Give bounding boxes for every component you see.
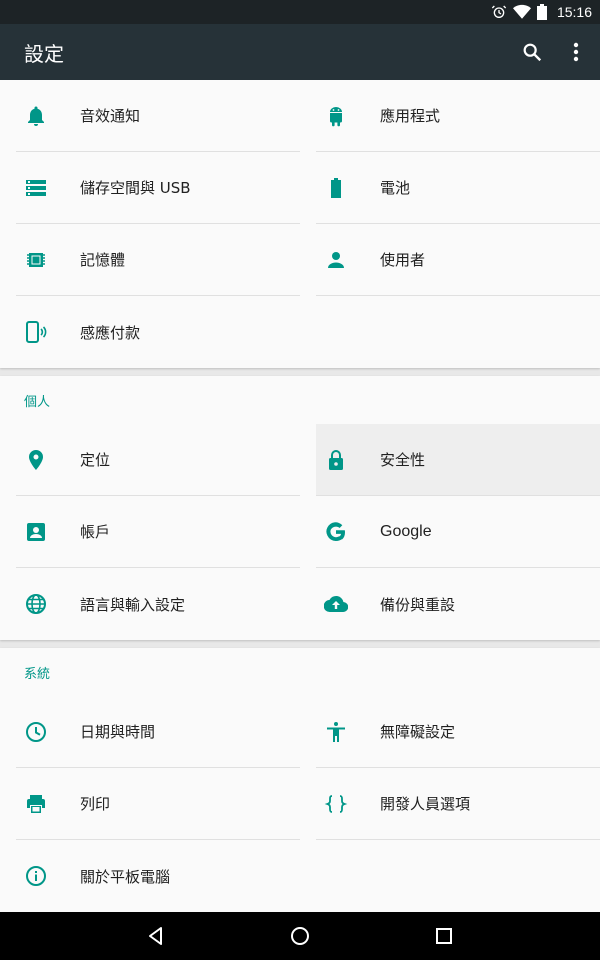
system-section: 系統 日期與時間 無障礙設定 列印 開發人員選項 關於平板電腦 bbox=[0, 648, 600, 912]
setting-label: 無障礙設定 bbox=[380, 723, 456, 741]
lock-icon bbox=[324, 448, 364, 472]
status-bar: 15:16 bbox=[0, 0, 600, 24]
settings-list: 音效通知 應用程式 儲存空間與 USB 電池 記憶體 使用者 感應付款 個人 定… bbox=[0, 80, 600, 912]
app-bar: 設定 bbox=[0, 24, 600, 80]
setting-memory[interactable]: 記憶體 bbox=[16, 224, 300, 296]
device-section: 音效通知 應用程式 儲存空間與 USB 電池 記憶體 使用者 感應付款 bbox=[0, 80, 600, 368]
setting-security[interactable]: 安全性 bbox=[316, 424, 600, 496]
setting-battery[interactable]: 電池 bbox=[316, 152, 600, 224]
setting-label: 備份與重設 bbox=[380, 595, 456, 614]
accessibility-icon bbox=[324, 720, 364, 744]
setting-backup[interactable]: 備份與重設 bbox=[316, 568, 600, 640]
status-time: 15:16 bbox=[556, 4, 592, 20]
setting-label: 電池 bbox=[380, 179, 411, 197]
setting-about-tablet[interactable]: 關於平板電腦 bbox=[16, 840, 304, 912]
setting-accounts[interactable]: 帳戶 bbox=[16, 496, 300, 568]
setting-tap-pay[interactable]: 感應付款 bbox=[16, 296, 304, 368]
location-icon bbox=[24, 448, 64, 472]
overflow-menu-icon[interactable] bbox=[556, 32, 596, 72]
alarm-icon bbox=[491, 4, 507, 20]
setting-users[interactable]: 使用者 bbox=[316, 224, 600, 296]
setting-language[interactable]: 語言與輸入設定 bbox=[16, 568, 300, 640]
wifi-icon bbox=[512, 4, 531, 20]
setting-label: 定位 bbox=[80, 451, 111, 469]
setting-label: 開發人員選項 bbox=[380, 795, 471, 813]
cloud-upload-icon bbox=[324, 592, 364, 616]
memory-icon bbox=[24, 248, 64, 272]
battery-icon bbox=[324, 176, 364, 200]
clock-icon bbox=[24, 720, 64, 744]
recents-icon[interactable] bbox=[420, 912, 468, 960]
setting-label: 音效通知 bbox=[80, 107, 141, 125]
personal-section: 個人 定位 安全性 帳戶 Google 語言與輸入設定 備份與重設 bbox=[0, 376, 600, 640]
globe-icon bbox=[24, 592, 64, 616]
google-icon bbox=[324, 520, 364, 544]
setting-label: 應用程式 bbox=[380, 107, 441, 125]
setting-label: 儲存空間與 USB bbox=[80, 179, 191, 197]
back-icon[interactable] bbox=[132, 912, 180, 960]
section-title-personal: 個人 bbox=[24, 394, 51, 410]
setting-date-time[interactable]: 日期與時間 bbox=[16, 696, 300, 768]
setting-label: 帳戶 bbox=[80, 523, 111, 541]
tap-pay-icon bbox=[24, 320, 64, 344]
setting-label: 使用者 bbox=[380, 251, 426, 269]
printer-icon bbox=[24, 792, 64, 816]
setting-label: 列印 bbox=[80, 795, 111, 813]
setting-sound[interactable]: 音效通知 bbox=[16, 80, 300, 152]
person-icon bbox=[324, 248, 364, 272]
setting-storage[interactable]: 儲存空間與 USB bbox=[16, 152, 300, 224]
setting-google[interactable]: Google bbox=[316, 496, 600, 568]
setting-label: 感應付款 bbox=[80, 323, 141, 342]
setting-label: 記憶體 bbox=[80, 251, 126, 269]
navigation-bar bbox=[0, 912, 600, 960]
code-braces-icon bbox=[324, 792, 364, 816]
storage-icon bbox=[24, 176, 64, 200]
setting-location[interactable]: 定位 bbox=[16, 424, 300, 496]
info-icon bbox=[24, 864, 64, 888]
setting-apps[interactable]: 應用程式 bbox=[316, 80, 600, 152]
setting-label: Google bbox=[380, 522, 432, 540]
bell-icon bbox=[24, 104, 64, 128]
battery-status-icon bbox=[536, 4, 547, 20]
setting-label: 關於平板電腦 bbox=[80, 867, 171, 886]
search-icon[interactable] bbox=[512, 32, 552, 72]
setting-developer-options[interactable]: 開發人員選項 bbox=[316, 768, 600, 840]
home-icon[interactable] bbox=[276, 912, 324, 960]
setting-label: 日期與時間 bbox=[80, 723, 156, 741]
setting-printing[interactable]: 列印 bbox=[16, 768, 300, 840]
android-icon bbox=[324, 104, 364, 128]
page-title: 設定 bbox=[24, 41, 64, 66]
setting-label: 安全性 bbox=[380, 451, 426, 469]
setting-accessibility[interactable]: 無障礙設定 bbox=[316, 696, 600, 768]
setting-label: 語言與輸入設定 bbox=[80, 595, 186, 614]
section-title-system: 系統 bbox=[24, 666, 51, 682]
account-icon bbox=[24, 520, 64, 544]
